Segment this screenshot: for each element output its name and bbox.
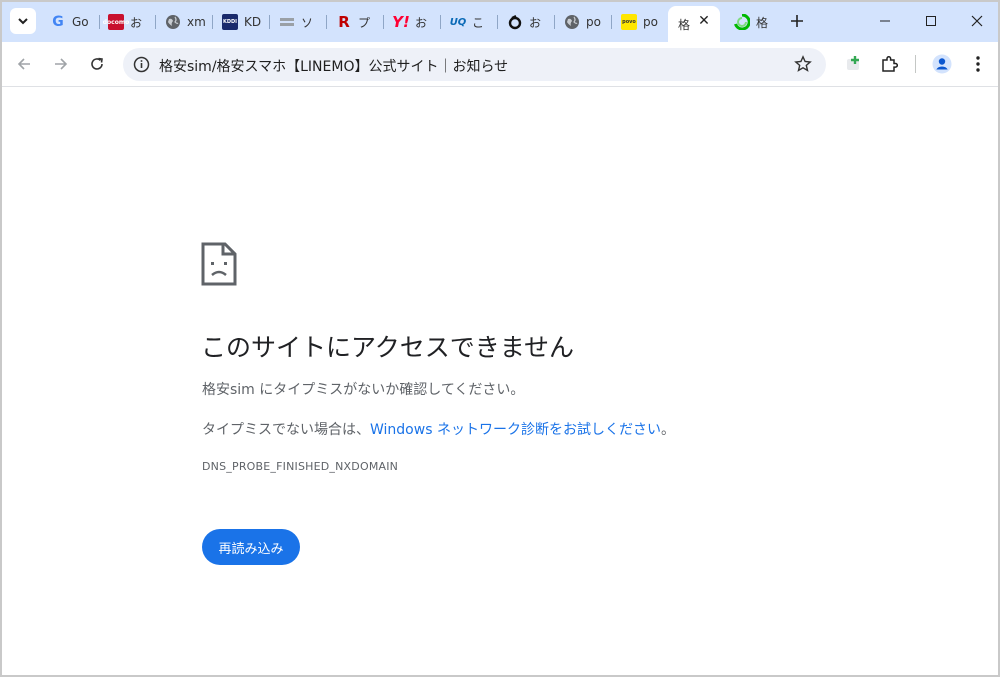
- ymobile-icon: Y!: [392, 13, 410, 31]
- tab-softbank[interactable]: ソ: [271, 8, 327, 36]
- star-icon[interactable]: [794, 55, 812, 73]
- reload-page-button[interactable]: 再読み込み: [202, 529, 300, 565]
- tab-xm[interactable]: xm: [157, 8, 213, 36]
- tab-separator: [269, 15, 270, 29]
- tab-title: ソ: [301, 15, 314, 30]
- url-text[interactable]: 格安sim/格安スマホ【LINEMO】公式サイト｜お知らせ: [159, 56, 508, 76]
- maximize-button[interactable]: [908, 2, 954, 40]
- tab-separator: [155, 15, 156, 29]
- tab-title: プ: [358, 15, 371, 30]
- tab-google[interactable]: G Go: [42, 8, 98, 36]
- error-title: このサイトにアクセスできません: [201, 333, 575, 362]
- error-code: DNS_PROBE_FINISHED_NXDOMAIN: [202, 460, 399, 473]
- info-icon[interactable]: [133, 56, 150, 73]
- error-diagnostics-line: タイプミスでない場合は、Windows ネットワーク診断をお試しください。: [202, 419, 675, 439]
- tab-title: こ: [472, 15, 485, 30]
- tab-active[interactable]: 格 ✕: [668, 6, 720, 42]
- tab-separator: [611, 15, 612, 29]
- tab-separator: [212, 15, 213, 29]
- tab-title: KD: [244, 15, 262, 29]
- tab-kddi[interactable]: KDDI KD: [214, 8, 270, 36]
- new-tab-button[interactable]: [786, 10, 808, 32]
- menu-kebab-icon[interactable]: [967, 53, 989, 75]
- tab-rakuten[interactable]: R プ: [328, 8, 384, 36]
- tab-search-button[interactable]: [10, 8, 36, 34]
- network-diagnostics-link[interactable]: Windows ネットワーク診断をお試しください: [370, 422, 661, 438]
- tab-uq[interactable]: UQ こ: [442, 8, 498, 36]
- tab-docomo[interactable]: docomo お: [100, 8, 156, 36]
- arrow-left-icon: [17, 58, 30, 70]
- arrow-right-icon: [55, 58, 68, 70]
- reload-button[interactable]: [83, 50, 111, 78]
- tab-separator: [440, 15, 441, 29]
- povo-icon: povo: [621, 14, 637, 30]
- diagnostics-prefix: タイプミスでない場合は、: [202, 422, 370, 438]
- error-suggestion: 格安sim にタイプミスがないか確認してください。: [202, 382, 525, 398]
- forward-button[interactable]: [47, 50, 75, 78]
- extension-plus-icon[interactable]: [843, 53, 865, 75]
- tab-ymobile[interactable]: Y! お: [385, 8, 441, 36]
- tab-strip: G Go docomo お xm KDDI KD ソ R プ Y! お UQ こ…: [2, 2, 998, 42]
- close-window-button[interactable]: [954, 2, 998, 40]
- tab-separator: [497, 15, 498, 29]
- google-g-icon: G: [52, 14, 64, 30]
- puzzle-icon[interactable]: [878, 53, 900, 75]
- maximize-icon: [926, 16, 936, 26]
- toolbar: 格安sim/格安スマホ【LINEMO】公式サイト｜お知らせ: [2, 42, 998, 87]
- plus-icon: [791, 15, 803, 27]
- avatar-icon: [932, 54, 952, 74]
- globe-icon: [165, 14, 181, 30]
- reload-icon: [91, 57, 103, 70]
- tab-title: お: [415, 15, 428, 30]
- tab-title: Go: [72, 15, 89, 29]
- rakuten-r-icon: R: [338, 13, 350, 31]
- toolbar-separator: [915, 55, 916, 73]
- minimize-button[interactable]: [862, 2, 908, 40]
- minimize-icon: [880, 20, 890, 22]
- tab-separator: [383, 15, 384, 29]
- linemo-icon: [734, 14, 750, 30]
- tab-ahamo[interactable]: お: [499, 8, 555, 36]
- tab-title: 格: [678, 17, 691, 32]
- tab-title: xm: [187, 15, 206, 29]
- sad-document-icon: [201, 242, 237, 286]
- tab-title: 格: [756, 15, 769, 30]
- tab-title: お: [529, 15, 542, 30]
- profile-button[interactable]: [931, 53, 953, 75]
- address-bar[interactable]: 格安sim/格安スマホ【LINEMO】公式サイト｜お知らせ: [123, 48, 826, 81]
- tab-povo[interactable]: povo po: [613, 8, 669, 36]
- kddi-icon: KDDI: [222, 14, 238, 30]
- tab-title: お: [130, 15, 143, 30]
- error-page: このサイトにアクセスできません 格安sim にタイプミスがないか確認してください…: [2, 88, 998, 675]
- close-tab-icon[interactable]: ✕: [696, 13, 712, 29]
- tab-separator: [326, 15, 327, 29]
- tab-linemo[interactable]: 格: [726, 8, 782, 36]
- uq-icon: UQ: [449, 16, 467, 28]
- tab-title: po: [586, 15, 601, 29]
- ahamo-icon: [507, 14, 523, 30]
- tab-separator: [554, 15, 555, 29]
- diagnostics-suffix: 。: [660, 422, 675, 438]
- tab-po-1[interactable]: po: [556, 8, 612, 36]
- browser-window: G Go docomo お xm KDDI KD ソ R プ Y! お UQ こ…: [0, 0, 1000, 677]
- back-button[interactable]: [10, 50, 38, 78]
- globe-icon: [564, 14, 580, 30]
- docomo-icon: docomo: [103, 14, 129, 30]
- softbank-icon: [279, 14, 295, 30]
- tab-title: po: [643, 15, 658, 29]
- chevron-down-icon: [18, 18, 28, 25]
- close-icon: [971, 15, 983, 27]
